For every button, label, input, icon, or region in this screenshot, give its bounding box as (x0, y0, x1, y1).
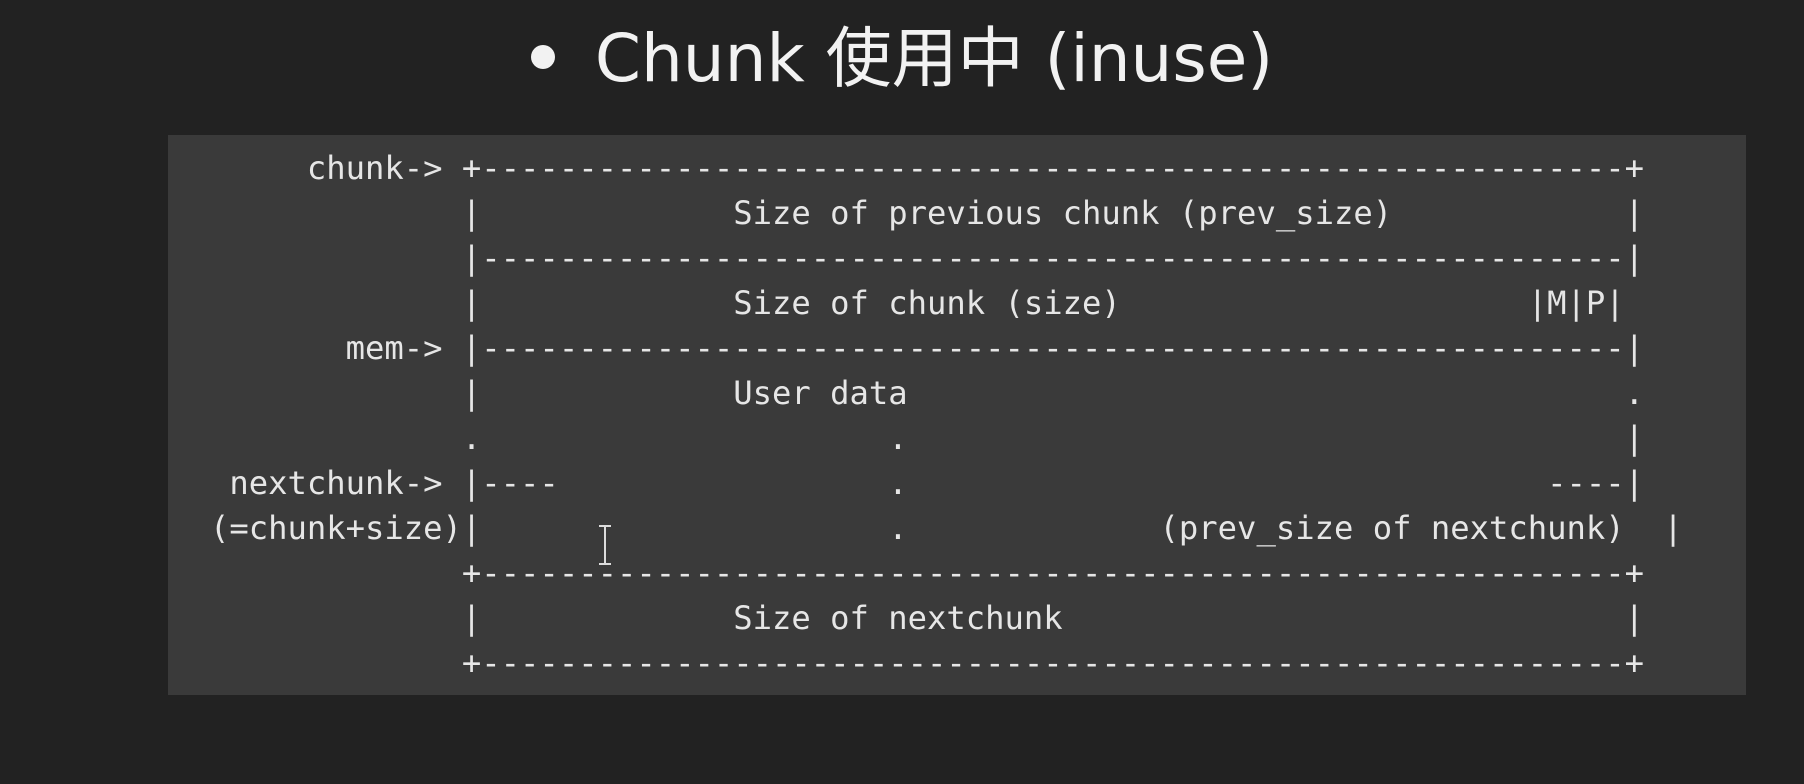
diagram-line-prev-size: | Size of previous chunk (prev_size) | (210, 194, 1645, 232)
bullet-icon (530, 44, 555, 69)
diagram-line-prev-size-of-nextchunk: (=chunk+size)| . (prev_size of nextchunk… (210, 509, 1683, 547)
slide-title-text: Chunk 使用中 (inuse) (594, 20, 1274, 97)
chunk-layout-diagram: chunk-> +-------------------------------… (210, 146, 1683, 686)
diagram-line-mem-separator: mem-> |---------------------------------… (210, 329, 1645, 367)
diagram-line-bottom-border: +---------------------------------------… (210, 644, 1645, 682)
slide-title: Chunk 使用中 (inuse) (0, 0, 1804, 118)
diagram-line-size: | Size of chunk (size) |M|P| (210, 284, 1625, 322)
diagram-line-nextchunk: nextchunk-> |---- . ----| (210, 464, 1645, 502)
text-cursor-icon (599, 525, 611, 565)
diagram-line-nextchunk-border: +---------------------------------------… (210, 554, 1645, 592)
diagram-line-chunk-top-border: chunk-> +-------------------------------… (210, 149, 1645, 187)
diagram-line-size-of-nextchunk: | Size of nextchunk | (210, 599, 1645, 637)
diagram-line-user-data: | User data . (210, 374, 1645, 412)
diagram-line-separator-1: |---------------------------------------… (210, 239, 1645, 277)
diagram-line-ellipsis: . . | (210, 419, 1645, 457)
